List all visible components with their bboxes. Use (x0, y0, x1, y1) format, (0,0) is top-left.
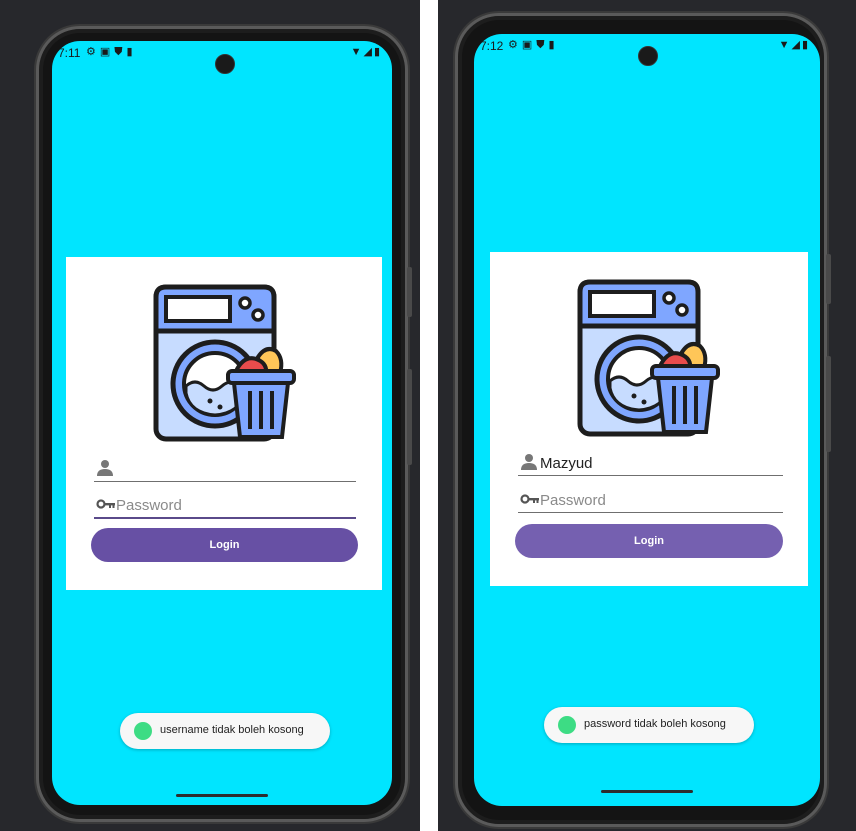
signal-icon: ◢ (363, 46, 374, 58)
status-notification-icons: ⚙▣⛊▮ (86, 45, 137, 59)
toast-message: username tidak boleh kosong (120, 713, 330, 749)
wifi-icon: ▼ (350, 46, 364, 58)
status-system-icons: ▼◢▮ (779, 38, 810, 51)
screenshot-left: 7:11 ⚙▣⛊▮ ▼◢▮ Password Login username ti… (0, 0, 420, 831)
status-system-icons: ▼◢▮ (351, 45, 382, 58)
app-screen: 7:11 ⚙▣⛊▮ ▼◢▮ Password Login username ti… (52, 41, 392, 805)
shield-icon: ⛊ (536, 39, 549, 51)
home-indicator[interactable] (601, 790, 693, 793)
box-icon: ▣ (99, 46, 115, 58)
password-field[interactable]: Password (518, 486, 783, 513)
login-button[interactable]: Login (91, 528, 358, 562)
key-icon (520, 494, 539, 504)
login-card: Mazyud Password Login (490, 252, 808, 586)
home-indicator[interactable] (176, 794, 268, 797)
status-notification-icons: ⚙▣⛊▮ (508, 38, 559, 52)
volume-button (407, 369, 412, 465)
username-field[interactable] (94, 455, 356, 482)
toast-text: password tidak boleh kosong (584, 718, 726, 730)
battery-icon: ▮ (801, 39, 810, 51)
front-camera (215, 54, 235, 74)
gear-icon: ⚙ (86, 46, 100, 58)
shield-icon: ⛊ (114, 46, 127, 58)
key-icon (96, 499, 115, 509)
battery-icon: ▮ (373, 46, 382, 58)
washing-machine-logo (577, 279, 720, 437)
wifi-icon: ▼ (778, 39, 792, 51)
phone-frame: 7:12 ⚙▣⛊▮ ▼◢▮ Mazyud Password Login pass… (455, 13, 831, 827)
password-placeholder: Password (116, 497, 182, 514)
volume-button (826, 356, 831, 452)
phone-frame: 7:11 ⚙▣⛊▮ ▼◢▮ Password Login username ti… (36, 26, 412, 822)
screenshot-right: 7:12 ⚙▣⛊▮ ▼◢▮ Mazyud Password Login pass… (438, 0, 856, 831)
toast-text: username tidak boleh kosong (160, 724, 304, 736)
power-button (407, 267, 412, 317)
gear-icon: ⚙ (508, 39, 522, 51)
login-card: Password Login (66, 257, 382, 590)
app-screen: 7:12 ⚙▣⛊▮ ▼◢▮ Mazyud Password Login pass… (474, 34, 820, 806)
password-placeholder: Password (540, 492, 606, 509)
person-icon (521, 454, 537, 470)
status-time: 7:11 (58, 46, 81, 60)
sd-card-icon: ▮ (126, 46, 137, 58)
android-icon (134, 722, 152, 740)
person-icon (97, 460, 113, 476)
front-camera (638, 46, 658, 66)
status-time: 7:12 (480, 39, 504, 53)
power-button (826, 254, 831, 304)
signal-icon: ◢ (791, 39, 802, 51)
washing-machine-logo (153, 284, 296, 442)
android-icon (558, 716, 576, 734)
box-icon: ▣ (521, 39, 537, 51)
login-button[interactable]: Login (515, 524, 783, 558)
password-field[interactable]: Password (94, 491, 356, 519)
username-value: Mazyud (540, 455, 593, 472)
sd-card-icon: ▮ (548, 39, 559, 51)
toast-message: password tidak boleh kosong (544, 707, 754, 743)
username-field[interactable]: Mazyud (518, 449, 783, 476)
